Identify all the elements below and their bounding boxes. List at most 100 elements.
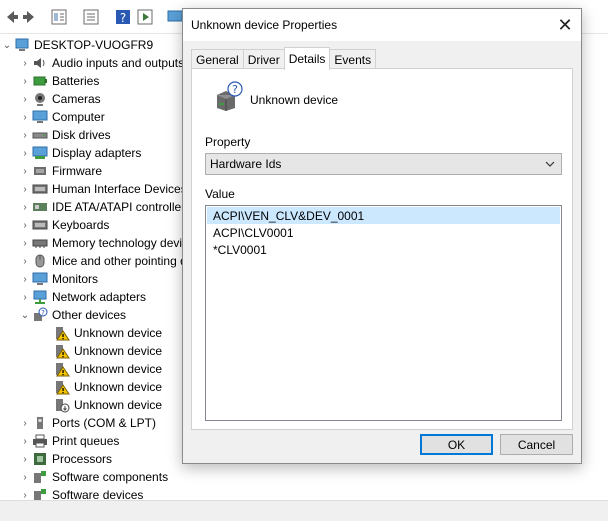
tree-item-label: Firmware — [52, 164, 102, 178]
tree-item-firmware[interactable]: › Firmware — [18, 162, 102, 180]
component-icon — [34, 489, 46, 500]
tree-item-label: Cameras — [52, 92, 101, 106]
tree-item-keyboards[interactable]: › Keyboards — [18, 216, 109, 234]
tree-item-computer[interactable]: › Computer — [18, 108, 105, 126]
tree-item-ide[interactable]: › IDE ATA/ATAPI controllers — [18, 198, 191, 216]
chevron-right-icon[interactable]: › — [18, 468, 32, 486]
tree-item-other-devices[interactable]: ⌄? Other devices — [18, 306, 126, 324]
printer-icon — [33, 434, 47, 448]
tree-item-label: Memory technology devices — [52, 236, 201, 250]
chevron-down-icon[interactable]: ⌄ — [18, 306, 32, 324]
tree-item-label: Computer — [52, 110, 105, 124]
chevron-right-icon[interactable]: › — [18, 180, 32, 198]
chevron-right-icon[interactable]: › — [18, 162, 32, 180]
chevron-right-icon[interactable]: › — [18, 234, 32, 252]
tree-item-unknown-device[interactable]: Unknown device — [54, 342, 162, 360]
back-icon[interactable] — [2, 8, 20, 26]
computer-icon — [15, 38, 29, 51]
tree-item-label: Disk drives — [52, 128, 111, 142]
monitor-icon — [32, 110, 48, 123]
unknown-device-icon: ? — [34, 307, 48, 321]
property-value: Hardware Ids — [210, 157, 282, 171]
chevron-right-icon[interactable]: › — [18, 54, 32, 72]
svg-text:?: ? — [120, 11, 126, 25]
property-select[interactable]: Hardware Ids — [205, 153, 562, 175]
battery-icon — [33, 76, 47, 86]
run-icon[interactable] — [136, 8, 154, 26]
tree-item-memory[interactable]: › Memory technology devices — [18, 234, 201, 252]
tree-item-network[interactable]: › Network adapters — [18, 288, 146, 306]
chevron-right-icon[interactable]: › — [18, 216, 32, 234]
tree-item-processors[interactable]: › Processors — [18, 450, 112, 468]
warning-device-icon — [56, 381, 70, 395]
chevron-right-icon[interactable]: › — [18, 108, 32, 126]
cancel-button[interactable]: Cancel — [500, 434, 573, 455]
chevron-right-icon[interactable]: › — [18, 90, 32, 108]
value-list-item[interactable]: ACPI\VEN_CLV&DEV_0001 — [207, 207, 560, 224]
chevron-right-icon[interactable]: › — [18, 432, 32, 450]
chevron-right-icon[interactable]: › — [18, 486, 32, 501]
chevron-right-icon[interactable]: › — [18, 144, 32, 162]
controller-icon — [33, 203, 47, 211]
tree-item-print-queues[interactable]: › Print queues — [18, 432, 119, 450]
tree-item-display-adapters[interactable]: › Display adapters — [18, 144, 141, 162]
value-list-item[interactable]: *CLV0001 — [207, 241, 560, 258]
tab-general[interactable]: General — [191, 49, 244, 69]
tree-item-label: Software components — [52, 470, 169, 484]
processor-icon — [34, 453, 46, 465]
tree-item-software-components[interactable]: › Software components — [18, 468, 168, 486]
tree-item-label: IDE ATA/ATAPI controllers — [52, 200, 192, 214]
tree-item-audio[interactable]: › Audio inputs and outputs — [18, 54, 184, 72]
dialog-title-bar[interactable]: Unknown device Properties ✕ — [183, 9, 581, 41]
tree-item-hid[interactable]: › Human Interface Devices — [18, 180, 187, 198]
forward-icon[interactable] — [21, 8, 39, 26]
tab-events[interactable]: Events — [329, 49, 377, 69]
chip-icon — [34, 167, 46, 175]
tree-item-label: Ports (COM & LPT) — [52, 416, 157, 430]
chevron-right-icon[interactable]: › — [18, 414, 32, 432]
chevron-right-icon[interactable]: › — [18, 252, 32, 270]
port-icon — [37, 417, 43, 429]
component-icon — [34, 471, 46, 483]
chevron-right-icon[interactable]: › — [18, 198, 32, 216]
ok-button[interactable]: OK — [420, 434, 493, 455]
tree-item-label: Human Interface Devices — [52, 182, 187, 196]
tree-item-label: Processors — [52, 452, 113, 466]
chevron-down-icon[interactable]: ⌄ — [0, 36, 14, 54]
tree-item-disk-drives[interactable]: › Disk drives — [18, 126, 111, 144]
tree-item-cameras[interactable]: › Cameras — [18, 90, 101, 108]
chevron-down-icon[interactable] — [543, 156, 557, 172]
chevron-right-icon[interactable]: › — [18, 288, 32, 306]
chevron-right-icon[interactable]: › — [18, 126, 32, 144]
camera-icon — [35, 93, 45, 106]
chevron-right-icon[interactable]: › — [18, 72, 32, 90]
tree-item-batteries[interactable]: › Batteries — [18, 72, 99, 90]
tree-item-unknown-device[interactable]: Unknown device — [54, 324, 162, 342]
list-view-icon[interactable] — [82, 8, 100, 26]
keyboard-icon — [32, 184, 48, 194]
value-label: Value — [205, 187, 235, 201]
speaker-icon — [34, 58, 45, 68]
tree-item-unknown-device[interactable]: Unknown device — [54, 360, 162, 378]
value-list-item[interactable]: ACPI\CLV0001 — [207, 224, 560, 241]
tab-driver[interactable]: Driver — [242, 49, 285, 69]
tab-details[interactable]: Details — [283, 47, 331, 70]
tree-item-label: Monitors — [52, 272, 99, 286]
properties-view-icon[interactable] — [50, 8, 68, 26]
tree-item-software-devices[interactable]: › Software devices — [18, 486, 143, 500]
tree-item-monitors[interactable]: › Monitors — [18, 270, 98, 288]
dialog-title: Unknown device Properties — [191, 18, 338, 32]
tree-item-label: Unknown device — [74, 344, 163, 358]
tree-item-ports[interactable]: › Ports (COM & LPT) — [18, 414, 156, 432]
help-icon[interactable]: ? — [114, 8, 132, 26]
chevron-right-icon[interactable]: › — [18, 270, 32, 288]
tree-root[interactable]: ⌄ DESKTOP-VUOGFR9 — [0, 36, 153, 54]
value-listbox[interactable]: ACPI\VEN_CLV&DEV_0001 ACPI\CLV0001 *CLV0… — [205, 205, 562, 421]
tab-strip: General Driver Details Events — [191, 47, 377, 70]
warning-device-icon — [56, 363, 70, 377]
close-icon[interactable]: ✕ — [549, 9, 581, 41]
tree-item-label: Unknown device — [74, 362, 163, 376]
tree-item-unknown-device[interactable]: Unknown device — [54, 396, 162, 414]
chevron-right-icon[interactable]: › — [18, 450, 32, 468]
tree-item-unknown-device[interactable]: Unknown device — [54, 378, 162, 396]
